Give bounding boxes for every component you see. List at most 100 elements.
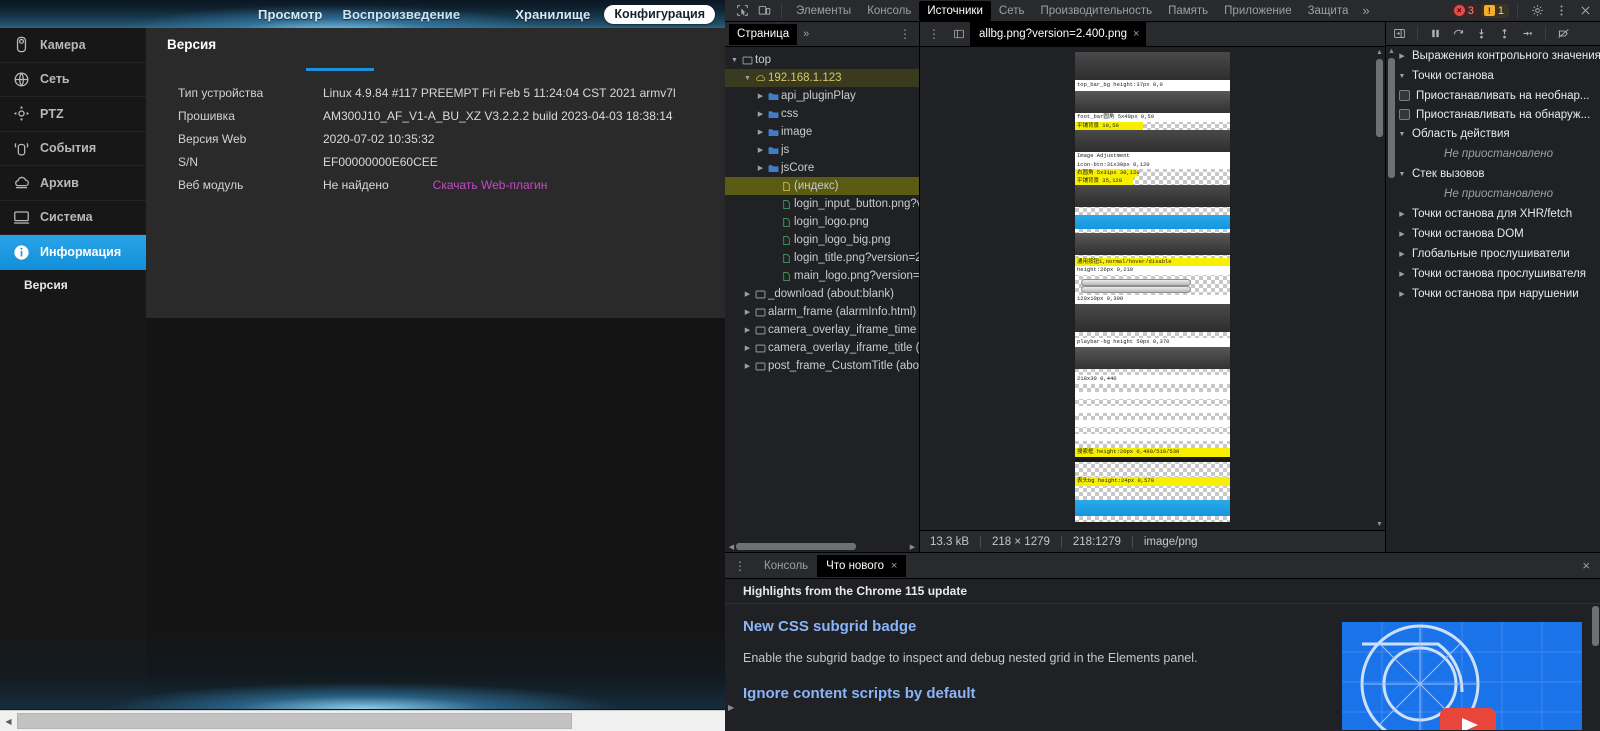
- tree-frame[interactable]: ▶ _download (about:blank): [725, 285, 919, 303]
- file-tree[interactable]: ▼ top ▼ 192.168.1.123 ▶ api_pluginPlay ▶ css ▶ im…: [725, 47, 919, 541]
- scroll-left-arrow-icon[interactable]: ◀: [727, 543, 736, 551]
- debugger-section-header[interactable]: ▶ Точки останова прослушивателя: [1397, 264, 1600, 284]
- debugger-section-header[interactable]: ▶ Точки останова DOM: [1397, 224, 1600, 244]
- expand-twisty-icon[interactable]: ▶: [755, 128, 766, 136]
- tree-file[interactable]: login_logo.png: [725, 213, 919, 231]
- step-into-icon[interactable]: [1470, 23, 1493, 45]
- drawer-tab-whats-new[interactable]: Что нового ×: [817, 554, 907, 577]
- step-icon[interactable]: [1516, 23, 1539, 45]
- expand-twisty-icon[interactable]: ▶: [1397, 52, 1407, 60]
- checkbox[interactable]: [1399, 90, 1410, 101]
- scroll-left-arrow-icon[interactable]: ◀: [0, 711, 17, 731]
- tree-frame[interactable]: ▶ alarm_frame (alarmInfo.html): [725, 303, 919, 321]
- pause-script-icon[interactable]: [1424, 23, 1447, 45]
- navigator-tab-page[interactable]: Страница: [729, 23, 798, 45]
- expand-twisty-icon[interactable]: ▶: [742, 308, 753, 316]
- close-icon[interactable]: [1574, 1, 1596, 21]
- tab-version[interactable]: Версия: [163, 28, 226, 62]
- gear-icon[interactable]: [1526, 1, 1548, 21]
- close-icon[interactable]: ×: [1133, 28, 1139, 40]
- tab-sources[interactable]: Источники: [919, 0, 991, 21]
- tab-security[interactable]: Защита: [1300, 1, 1357, 21]
- expand-twisty-icon[interactable]: ▶: [755, 110, 766, 118]
- sidebar-item-ptz[interactable]: PTZ: [0, 97, 146, 132]
- expand-arrow-icon[interactable]: ▶: [728, 703, 734, 712]
- navigator-more-options-icon[interactable]: ⋮: [891, 27, 919, 41]
- expand-twisty-icon[interactable]: ▶: [1397, 250, 1407, 258]
- sidebar-item-camera[interactable]: Камера: [0, 28, 146, 63]
- expand-twisty-icon[interactable]: ▶: [755, 146, 766, 154]
- page-horizontal-scrollbar[interactable]: ◀: [0, 710, 725, 731]
- device-toolbar-icon[interactable]: [753, 1, 775, 21]
- scrollbar-thumb[interactable]: [1592, 606, 1599, 646]
- breakpoint-checkbox-row[interactable]: Приостанавливать на необнар...: [1397, 86, 1600, 105]
- whats-new-scrollbar[interactable]: [1591, 604, 1600, 730]
- sidebar-item-network[interactable]: Сеть: [0, 63, 146, 97]
- tree-frame[interactable]: ▶ camera_overlay_iframe_time: [725, 321, 919, 339]
- expand-twisty-icon[interactable]: ▶: [742, 344, 753, 352]
- toggle-debugger-sidebar-icon[interactable]: [1388, 23, 1411, 45]
- tree-folder[interactable]: ▶ css: [725, 105, 919, 123]
- sidebar-item-archive[interactable]: Архив: [0, 166, 146, 201]
- tree-file[interactable]: login_title.png?version=2.4: [725, 249, 919, 267]
- expand-twisty-icon[interactable]: ▶: [755, 164, 766, 172]
- tab-console[interactable]: Консоль: [859, 1, 919, 21]
- editor-more-options-icon[interactable]: ⋮: [920, 27, 948, 41]
- expand-twisty-icon[interactable]: ▶: [1397, 230, 1407, 238]
- tree-frame[interactable]: ▼ top: [725, 51, 919, 69]
- scroll-down-arrow-icon[interactable]: ▼: [1374, 519, 1385, 530]
- tree-folder[interactable]: ▶ jsCore: [725, 159, 919, 177]
- scrollbar-track[interactable]: [17, 711, 725, 731]
- drawer-close-icon[interactable]: ×: [1572, 558, 1600, 573]
- nav-link-preview[interactable]: Просмотр: [258, 7, 322, 22]
- tab-application[interactable]: Приложение: [1216, 1, 1299, 21]
- navigator-overflow-icon[interactable]: »: [797, 28, 815, 40]
- tree-frame[interactable]: ▶ post_frame_CustomTitle (abo: [725, 357, 919, 375]
- tabs-overflow-icon[interactable]: »: [1356, 3, 1375, 18]
- tree-file[interactable]: (индекс): [725, 177, 919, 195]
- expand-twisty-icon[interactable]: ▶: [742, 326, 753, 334]
- expand-twisty-icon[interactable]: ▶: [742, 290, 753, 298]
- warning-count-badge[interactable]: ! 1: [1480, 3, 1509, 18]
- debugger-section-header[interactable]: ▼ Стек вызовов: [1397, 164, 1600, 184]
- collapse-twisty-icon[interactable]: ▼: [1397, 131, 1407, 138]
- debugger-section-header[interactable]: ▼ Точки останова: [1397, 66, 1600, 86]
- inspect-element-icon[interactable]: [731, 1, 753, 21]
- nav-link-playback[interactable]: Воспроизведение: [342, 7, 460, 22]
- sidebar-item-system[interactable]: Система: [0, 201, 146, 235]
- scrollbar-thumb[interactable]: [1376, 59, 1383, 137]
- deactivate-breakpoints-icon[interactable]: [1552, 23, 1575, 45]
- nav-link-storage[interactable]: Хранилище: [515, 7, 590, 22]
- expand-twisty-icon[interactable]: ▶: [1397, 210, 1407, 218]
- tab-network[interactable]: Сеть: [991, 1, 1033, 21]
- tree-file[interactable]: login_logo_big.png: [725, 231, 919, 249]
- debugger-section-header[interactable]: ▶ Точки останова при нарушении: [1397, 284, 1600, 304]
- download-web-plugin-link[interactable]: Скачать Web-плагин: [433, 178, 548, 192]
- scrollbar-thumb[interactable]: [736, 543, 856, 550]
- expand-twisty-icon[interactable]: ▶: [742, 362, 753, 370]
- debugger-section-header[interactable]: ▶ Выражения контрольного значения: [1397, 46, 1600, 66]
- drawer-tab-console[interactable]: Консоль: [755, 555, 817, 577]
- toggle-navigator-icon[interactable]: [948, 28, 970, 40]
- more-options-icon[interactable]: [1550, 1, 1572, 21]
- tree-folder[interactable]: ▶ js: [725, 141, 919, 159]
- expand-twisty-icon[interactable]: ▶: [1397, 270, 1407, 278]
- tree-folder[interactable]: ▶ image: [725, 123, 919, 141]
- nav-link-configuration[interactable]: Конфигурация: [604, 4, 715, 24]
- collapse-twisty-icon[interactable]: ▼: [1397, 171, 1407, 178]
- step-over-icon[interactable]: [1447, 23, 1470, 45]
- tree-folder[interactable]: ▶ api_pluginPlay: [725, 87, 919, 105]
- tab-performance[interactable]: Производительность: [1032, 1, 1160, 21]
- collapse-twisty-icon[interactable]: ▼: [742, 75, 753, 82]
- tree-file[interactable]: main_logo.png?version=2.: [725, 267, 919, 285]
- expand-twisty-icon[interactable]: ▶: [755, 92, 766, 100]
- sidebar-item-information[interactable]: Информация: [0, 235, 160, 270]
- tree-file[interactable]: ▼ 192.168.1.123: [725, 69, 919, 87]
- expand-twisty-icon[interactable]: ▶: [1397, 290, 1407, 298]
- tab-memory[interactable]: Память: [1160, 1, 1216, 21]
- debugger-section-header[interactable]: ▼ Область действия: [1397, 124, 1600, 144]
- tree-file[interactable]: login_input_button.png?ve: [725, 195, 919, 213]
- sidebar-subitem-version[interactable]: Версия: [0, 270, 146, 300]
- close-icon[interactable]: ×: [891, 555, 897, 577]
- scrollbar-thumb[interactable]: [1388, 58, 1395, 178]
